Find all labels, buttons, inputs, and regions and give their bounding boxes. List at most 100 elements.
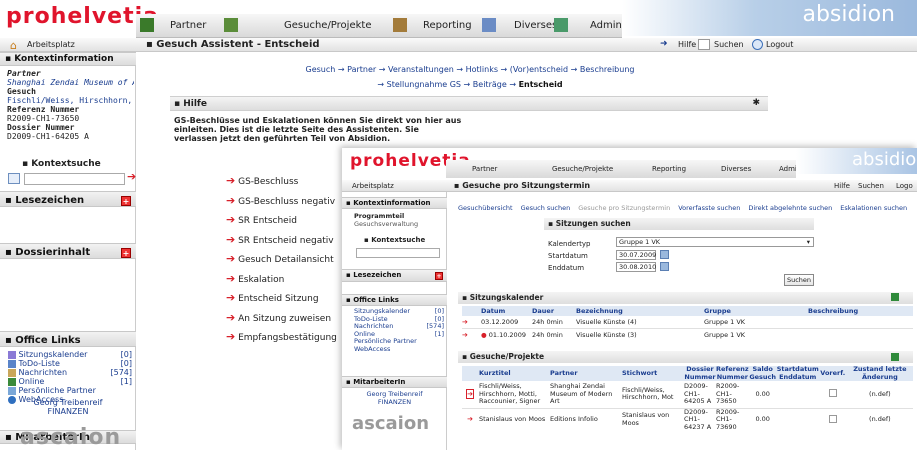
kalendertyp-select[interactable]: Gruppe 1 VK ▾ [616,237,814,247]
lesezeichen-expand-icon[interactable]: + [121,196,131,206]
arrow-icon: ➔ [226,271,236,285]
step-hotlinks[interactable]: Hotlinks [466,65,498,74]
overlay-nav-reporting[interactable]: Reporting [652,165,686,173]
overlay-kontextsuche-input[interactable] [356,248,440,258]
home-link[interactable]: Arbeitsplatz [27,40,75,49]
action-gs-beschluss-negativ[interactable]: ➔ GS-Beschluss negativ [226,192,337,212]
tab-eskalationen-suchen[interactable]: Eskalationen suchen [840,204,907,212]
excel-icon[interactable] [891,293,899,301]
help-link[interactable]: Hilfe [678,40,696,49]
tab-gesuchuebersicht[interactable]: Gesuchübersicht [458,204,513,212]
kontextsuche-icon [8,173,20,184]
table-row[interactable]: ➔ Stanislaus von Moos Editions Infolio S… [462,408,913,431]
nav-admin[interactable]: Admin. [590,20,625,31]
lesezeichen-header[interactable]: ▪ Lesezeichen + [0,191,136,207]
person-icon [8,386,16,395]
search-button[interactable]: Suchen [784,274,814,286]
action-an-sitzung-zuweisen[interactable]: ➔ An Sitzung zuweisen [226,309,337,329]
action-gs-beschluss[interactable]: ➔ GS-Beschluss [226,172,337,192]
office-link-persoenliche-partner[interactable]: Persönliche Partner [8,386,132,395]
calendar-picker-icon[interactable] [660,262,669,271]
excel-icon[interactable] [891,353,899,361]
home-icon[interactable]: ⌂ [10,39,17,52]
office-link-todo[interactable]: ToDo-Liste [0] [8,359,132,368]
nav-diverses[interactable]: Diverses [514,20,557,31]
kontext-info: Partner Shanghai Zendai Museum of A Gesu… [7,69,134,141]
step-vorentscheid[interactable]: (Vor)entscheid [510,65,568,74]
tab-gesuche-pro-sitzungstermin[interactable]: Gesuche pro Sitzungstermin [578,204,670,212]
mitarbeiter-name[interactable]: Georg Treibenreif [0,398,136,407]
print-icon[interactable]: ✱ [752,98,760,108]
nav-reporting[interactable]: Reporting [423,20,472,31]
overlay-nav-diverses[interactable]: Diverses [721,165,751,173]
kontext-header: ▪ Kontextinformation [0,52,136,66]
arrow-icon: ➔ [226,213,236,226]
overlay-programmteil: Programmteil Gesuchsverwaltung [354,212,419,228]
step-partner[interactable]: Partner [347,65,376,74]
nav-gesuche-projekte[interactable]: Gesuche/Projekte [284,20,371,31]
startdatum-input[interactable]: 30.07.2009 [616,250,656,260]
tab-gesuch-suchen[interactable]: Gesuch suchen [521,204,571,212]
calendar-picker-icon[interactable] [660,250,669,259]
action-empfangsbestaetigung[interactable]: ➔ Empfangsbestätigung [226,328,337,348]
table-row[interactable]: ➔ ● 01.10.2009 24h 0min Visuelle Künste … [462,329,913,342]
absidion-banner: absidion [622,0,917,36]
tab-vorerfasste-suchen[interactable]: Vorerfasste suchen [678,204,740,212]
step-beitraege[interactable]: Beiträge [473,80,507,89]
overlay-nav: Partner Gesuche/Projekte Reporting Diver… [446,160,804,178]
overlay-ascaion-logo: ascaion [352,413,430,434]
step-veranstaltungen[interactable]: Veranstaltungen [388,65,454,74]
overlay-absidion: absidion [852,149,917,170]
overlay-logout[interactable]: Logo [896,182,913,190]
overlay-home[interactable]: Arbeitsplatz [352,182,394,190]
overlay-search[interactable]: Suchen [858,182,884,190]
enddatum-input[interactable]: 30.08.2010 [616,262,656,272]
users-icon [8,377,16,386]
overlay-lesezeichen-header[interactable]: ▪ Lesezeichen + [342,269,447,282]
partner-value[interactable]: Shanghai Zendai Museum of A [7,78,134,87]
projekte-table: Kurztitel Partner Stichwort Dossier Numm… [462,365,913,431]
search-link[interactable]: Suchen [714,40,744,49]
mitarbeiter-dept: FINANZEN [47,407,89,416]
office-link-online[interactable]: Online [1] [8,377,132,386]
action-gesuch-detailansicht[interactable]: ➔ Gesuch Detailansicht [226,250,337,270]
overlay-screenshot: prohelvetia Partner Gesuche/Projekte Rep… [342,148,917,450]
step-gesuch[interactable]: Gesuch [306,65,336,74]
vorerf-checkbox[interactable] [828,389,837,397]
todo-icon [8,359,16,368]
overlay-nav-partner[interactable]: Partner [472,165,497,173]
action-eskalation[interactable]: ➔ Eskalation [226,270,337,290]
action-sr-entscheid[interactable]: ➔ SR Entscheid [226,211,337,231]
office-link-nachrichten[interactable]: Nachrichten [574] [8,368,132,377]
projekte-header: ▪ Gesuche/Projekte [458,351,913,363]
overlay-help[interactable]: Hilfe [834,182,850,190]
kontextsuche-input[interactable] [24,173,125,185]
nav-partner[interactable]: Partner [170,20,206,31]
step-beschreibung[interactable]: Beschreibung [580,65,635,74]
search-icon[interactable] [698,39,710,50]
help-icon[interactable]: ➜ [660,39,668,49]
kontextsuche-go-icon[interactable]: ➔ [127,170,136,183]
top-nav-bar: Partner Gesuche/Projekte Reporting Diver… [136,14,625,38]
overlay-sidebar: ▪ Kontextinformation Programmteil Gesuchs… [342,192,447,450]
logout-icon[interactable] [752,39,763,50]
hilfe-text: GS-Beschlüsse und Eskalationen können Si… [174,116,462,143]
mitarbeiter-info[interactable]: Georg Treibenreif FINANZEN [0,398,136,416]
logout-link[interactable]: Logout [766,40,793,49]
action-sr-entscheid-negativ[interactable]: ➔ SR Entscheid negativ [226,231,337,251]
tab-direkt-abgelehnte[interactable]: Direkt abgelehnte suchen [748,204,832,212]
vorerf-checkbox[interactable] [828,414,837,423]
gesuch-value[interactable]: Fischli/Weiss, Hirschhorn, M [7,96,134,105]
arrow-icon: ➔ [226,310,236,324]
dossierinhalt-header[interactable]: ▪ Dossierinhalt + [0,243,136,259]
office-link-sitzungskalender[interactable]: Sitzungskalender [0] [8,350,132,359]
overlay-nav-gesuche[interactable]: Gesuche/Projekte [552,165,613,173]
table-row[interactable]: ➔ Fischli/Weiss, Hirschhorn, Motti, Racc… [462,381,913,408]
absidion-logo: absidion [802,2,895,27]
action-entscheid-sitzung[interactable]: ➔ Entscheid Sitzung [226,289,337,309]
dossierinhalt-expand-icon[interactable]: + [121,248,131,258]
search-box-header: ▪ Sitzungen suchen [544,218,814,230]
step-stellungnahme[interactable]: Stellungnahme GS [387,80,461,89]
table-row[interactable]: ➔ 03.12.2009 24h 0min Visuelle Künste (4… [462,316,913,329]
overlay-link-webaccess[interactable]: WebAccess [354,345,444,354]
